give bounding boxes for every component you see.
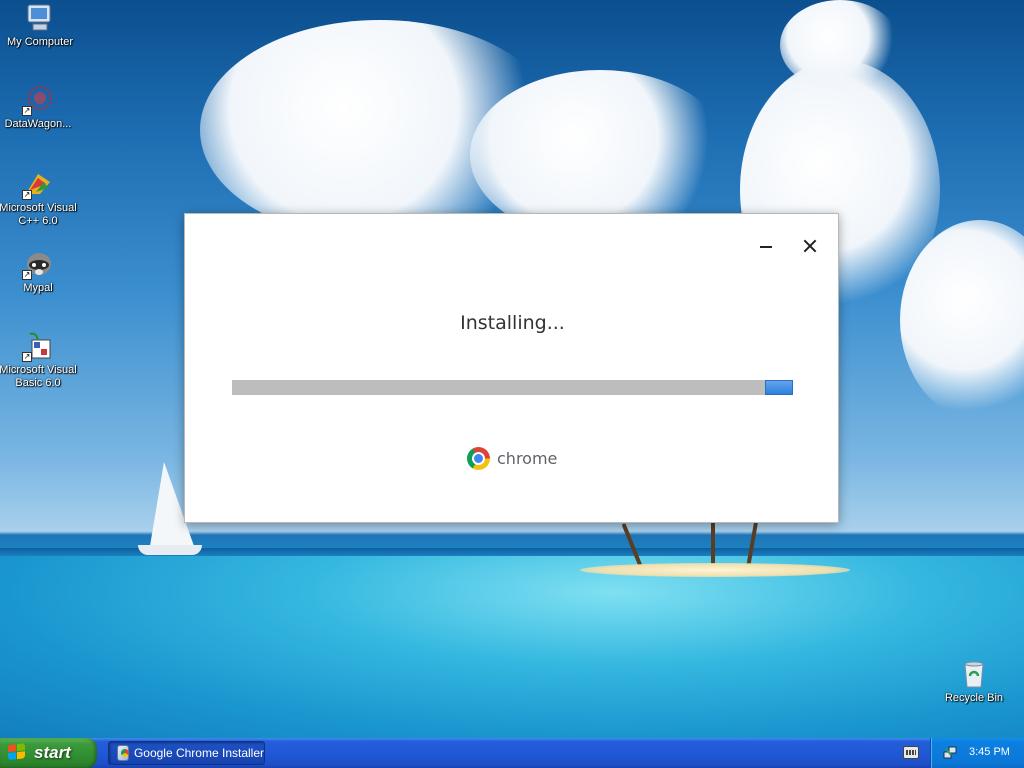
desktop-icon-label: Recycle Bin: [944, 692, 1004, 704]
desktop-icon-label: Mypal: [23, 282, 53, 294]
desktop-icon-datawagon[interactable]: ↗ DataWagon...: [0, 84, 78, 131]
desktop-icon-mypal[interactable]: ↗ Mypal: [0, 248, 78, 295]
sailboat-hull: [138, 545, 202, 555]
desktop-icon-label: Microsoft Visual C++ 6.0: [0, 202, 77, 227]
chrome-logo-icon: [467, 446, 490, 470]
visual-basic-icon: ↗: [22, 330, 54, 362]
install-progress-fill: [764, 380, 793, 395]
shortcut-arrow-icon: ↗: [22, 352, 32, 362]
desktop-icon-label: My Computer: [6, 36, 74, 48]
chrome-installer-icon: [117, 745, 129, 761]
taskbar-item-label: Google Chrome Installer: [133, 746, 264, 760]
system-tray: 3:45 PM: [930, 738, 1024, 768]
keyboard-icon[interactable]: [903, 746, 919, 759]
taskbar-clock[interactable]: 3:45 PM: [969, 746, 1010, 758]
sea: [0, 556, 1024, 738]
close-icon[interactable]: [798, 234, 822, 258]
mypal-raccoon-icon: ↗: [22, 248, 54, 280]
desktop-icon-recycle-bin[interactable]: Recycle Bin: [934, 658, 1014, 705]
my-computer-icon: [24, 2, 56, 34]
datawagon-icon: ↗: [22, 84, 54, 116]
desktop-icon-label: DataWagon...: [4, 118, 72, 130]
install-progress-bar: [232, 380, 793, 395]
desktop-icon-visual-basic[interactable]: ↗ Microsoft Visual Basic 6.0: [0, 330, 78, 390]
desktop-icon-label: Microsoft Visual Basic 6.0: [0, 364, 77, 389]
chrome-brand: chrome: [467, 446, 557, 470]
taskbar: start Google Chrome Installer 3:45 PM: [0, 738, 1024, 768]
desktop-icon-visual-cpp[interactable]: ↗ Microsoft Visual C++ 6.0: [0, 168, 78, 228]
chrome-brand-text: chrome: [497, 448, 558, 468]
shortcut-arrow-icon: ↗: [22, 106, 32, 116]
shortcut-arrow-icon: ↗: [22, 190, 32, 200]
recycle-bin-icon: [958, 658, 990, 690]
shortcut-arrow-icon: ↗: [22, 270, 32, 280]
start-button[interactable]: start: [0, 738, 97, 768]
desktop-icon-my-computer[interactable]: My Computer: [0, 2, 80, 49]
wallpaper-cloud: [780, 0, 900, 90]
minimize-icon[interactable]: [754, 234, 778, 258]
island: [580, 563, 850, 577]
network-icon[interactable]: [943, 746, 957, 760]
installing-status-text: Installing...: [460, 312, 565, 334]
windows-logo-icon: [8, 743, 28, 763]
palm-trunk: [711, 522, 715, 567]
start-label: start: [34, 743, 71, 762]
taskbar-item-chrome-installer[interactable]: Google Chrome Installer: [108, 741, 265, 765]
visual-cpp-icon: ↗: [22, 168, 54, 200]
installer-dialog: Installing... chrome: [184, 213, 839, 523]
